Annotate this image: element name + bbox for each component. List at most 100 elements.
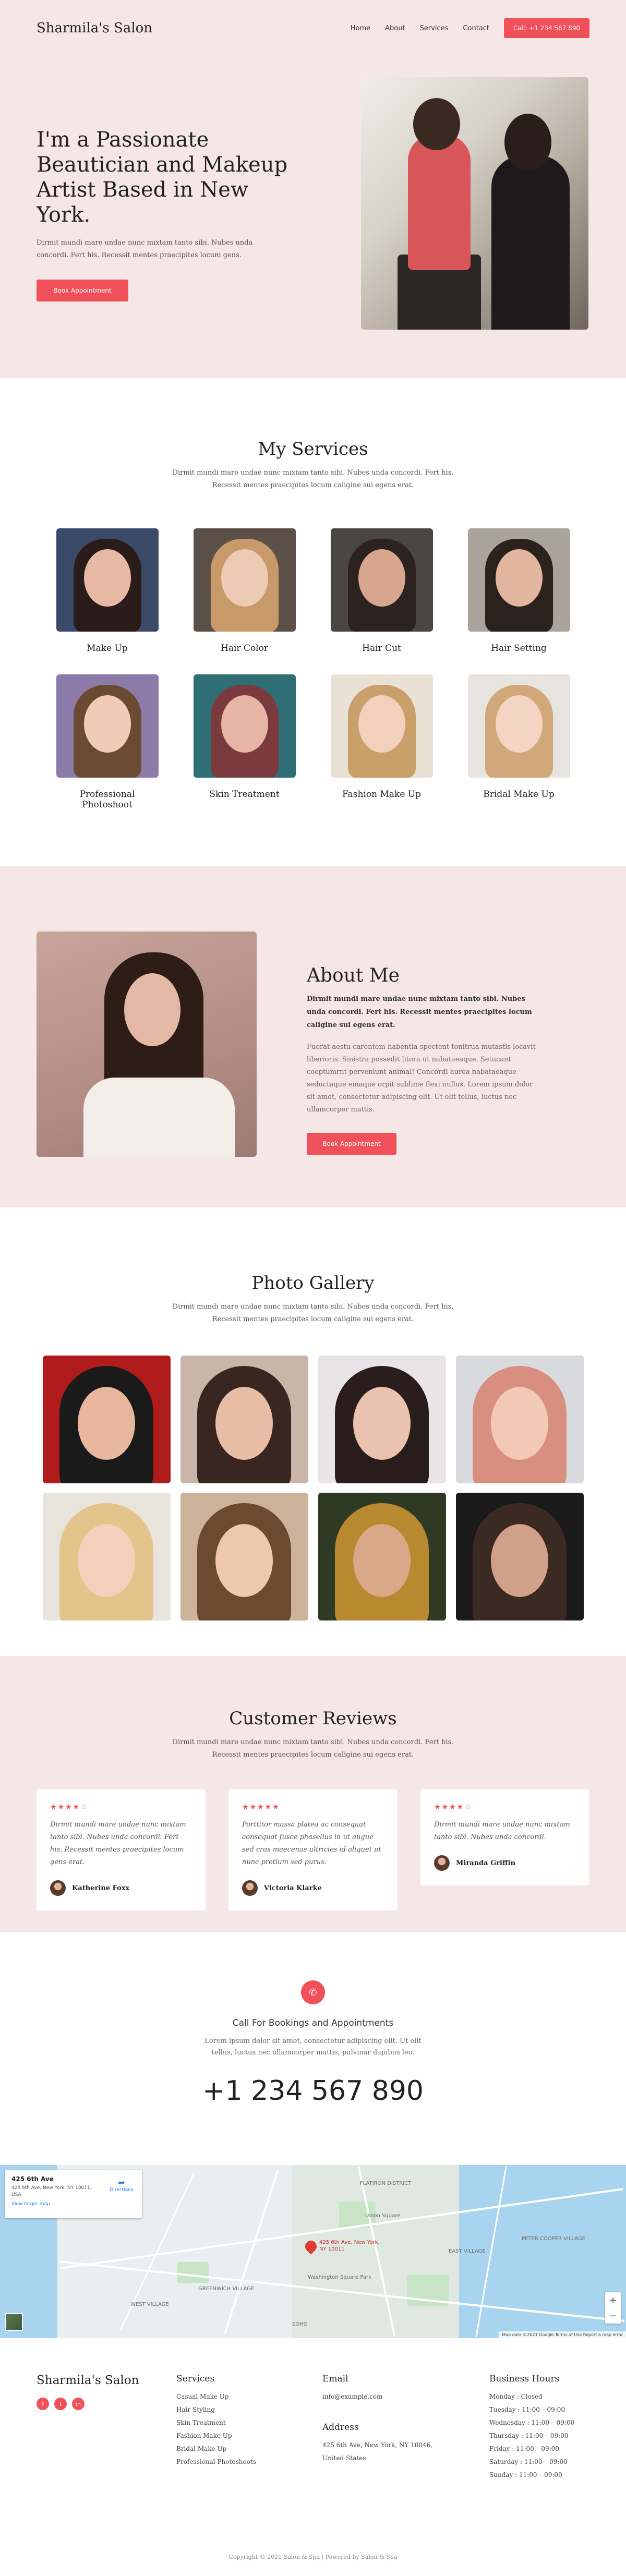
directions-button[interactable]: ➦ Directions [109,2178,135,2193]
hero-section: Sharmila's Salon Home About Services Con… [0,0,626,378]
about-title: About Me [307,965,400,986]
map-place-address: 425 6th Ave, New York, NY 10011, USA [11,2185,92,2197]
star-rating: ★★★★☆ [434,1803,472,1811]
map-zoom-controls: + − [605,2292,621,2324]
nav-link-about[interactable]: About [385,25,405,32]
business-hours-row: Monday : Closed [489,2393,543,2400]
reviewer: Katherine Foxx [50,1880,192,1896]
gallery-photo[interactable] [455,1356,584,1483]
map-label: EAST VILLAGE [449,2248,486,2254]
reviews-section: Customer Reviews Dirmit mundi mare undae… [0,1656,626,1932]
services-grid: Make Up Hair Color Hair Cut Hair Setting Pro… [56,528,570,810]
nav-link-services[interactable]: Services [420,25,449,32]
service-label: Hair Setting [491,643,547,654]
nav-link-contact[interactable]: Contact [463,25,489,32]
footer-hours-title: Business Hours [489,2374,560,2384]
footer-service-link[interactable]: Fashion Make Up [176,2429,256,2442]
social-links: f t in [37,2398,139,2410]
footer-services-title: Services [176,2374,215,2384]
view-larger-map-link[interactable]: View larger map [11,2202,136,2207]
service-label: Skin Treatment [209,789,280,800]
top-nav: Sharmila's Salon Home About Services Con… [37,18,589,39]
review-text: Dirmit mundi mare undae nunc mixtam tant… [50,1821,186,1866]
service-card[interactable]: Make Up [56,528,159,654]
map-label: Washington Square Park [308,2275,371,2280]
gallery-photo[interactable] [42,1356,171,1483]
review-card: ★★★★☆ Dirmit mundi mare undae nunc mixta… [420,1789,589,1885]
map-label: PETER COOPER VILLAGE [522,2236,585,2242]
gallery-grid [42,1356,584,1620]
gallery-photo[interactable] [180,1493,308,1620]
copyright: Copyright © 2021 Salon & Spa | Powered b… [228,2554,398,2560]
call-text: Lorem ipsum dolor sit amet, consectetur … [204,2037,422,2057]
service-card[interactable]: Bridal Make Up [467,674,570,810]
gallery-photo[interactable] [180,1356,308,1483]
twitter-icon[interactable]: t [54,2398,67,2410]
business-hours-row: Friday : 11:00 – 09:00 [489,2445,559,2452]
services-section: My Services Dirmit mundi mare undae nunc… [0,378,626,866]
service-card[interactable]: Skin Treatment [193,674,296,810]
instagram-icon[interactable]: in [72,2398,85,2410]
map-label: Union Square [365,2213,401,2219]
service-card[interactable]: Hair Setting [467,528,570,654]
service-image [330,528,433,632]
about-section: About Me Dirmit mundi mare undae nunc mi… [0,866,626,1207]
gallery-photo[interactable] [455,1493,584,1620]
satellite-toggle[interactable] [5,2313,23,2331]
business-hours-row: Wednesday : 11:00 – 09:00 [489,2419,575,2426]
map-label: SOHO [292,2321,308,2327]
gallery-photo[interactable] [42,1493,171,1620]
map-label: FLATIRON DISTRICT [360,2181,412,2186]
site-logo[interactable]: Sharmila's Salon [37,20,351,36]
call-button[interactable]: Call: +1 234 567 890 [504,18,589,38]
review-text: Dirmit mundi mare undae nunc mixtam tant… [434,1821,570,1841]
footer-hours: Business Hours Monday : Closed Tuesday :… [489,2374,574,2482]
map-label: WEST VILLAGE [130,2302,169,2307]
zoom-in-button[interactable]: + [605,2292,621,2308]
avatar [50,1880,66,1896]
service-image [330,674,433,778]
reviews-title: Customer Reviews [229,1708,397,1729]
star-rating: ★★★★☆ [50,1803,88,1811]
footer-contact: Email info@example.com Address 425 6th A… [322,2374,458,2465]
map-pin-label: 425 6th Ave, New York, NY 10011 [319,2240,380,2252]
map-label: GREENWICH VILLAGE [198,2286,255,2292]
gallery-title: Photo Gallery [251,1273,375,1293]
business-hours-row: Saturday : 11:00 – 09:00 [489,2458,568,2465]
facebook-icon[interactable]: f [37,2398,49,2410]
service-card[interactable]: Hair Cut [330,528,433,654]
map-pin-icon[interactable] [303,2238,319,2255]
footer-service-link[interactable]: Hair Styling [176,2403,256,2416]
footer-service-link[interactable]: Casual Make Up [176,2390,256,2403]
service-label: Make Up [87,643,128,654]
gallery-photo[interactable] [318,1493,446,1620]
hero-image [361,77,588,330]
star-rating: ★★★★★ [242,1803,280,1811]
service-card[interactable]: Hair Color [193,528,296,654]
footer-service-link[interactable]: Professional Photoshoots [176,2456,256,2469]
about-image [37,932,257,1157]
footer-email-title: Email [322,2374,348,2384]
about-text: About Me Dirmit mundi mare undae nunc mi… [307,965,536,1155]
nav-link-home[interactable]: Home [351,25,370,32]
zoom-out-button[interactable]: − [605,2308,621,2324]
reviewer: Miranda Griffin [434,1855,576,1871]
service-card[interactable]: Professional Photoshoot [56,674,159,810]
footer-email-link[interactable]: info@example.com [322,2390,458,2403]
hero-book-appointment-button[interactable]: Book Appointment [37,280,128,301]
footer-service-link[interactable]: Bridal Make Up [176,2442,256,2456]
footer-brand: Sharmila's Salon f t in [37,2374,139,2410]
nav-links: Home About Services Contact [351,25,489,32]
service-label: Bridal Make Up [483,789,555,800]
reviewer: Victoria Klarke [242,1880,384,1896]
call-phone-number[interactable]: +1 234 567 890 [0,2075,626,2107]
gallery-photo[interactable] [318,1356,446,1483]
service-label: Professional Photoshoot [79,789,135,810]
business-hours-row: Tuesday : 11:00 – 09:00 [489,2406,565,2413]
footer-service-link[interactable]: Skin Treatment [176,2416,256,2429]
about-book-appointment-button[interactable]: Book Appointment [307,1133,396,1155]
service-image [193,674,296,778]
map-embed[interactable]: FLATIRON DISTRICT GREENWICH VILLAGE WEST… [0,2165,626,2338]
service-card[interactable]: Fashion Make Up [330,674,433,810]
business-hours-row: Sunday : 11:00 – 09:00 [489,2471,562,2478]
